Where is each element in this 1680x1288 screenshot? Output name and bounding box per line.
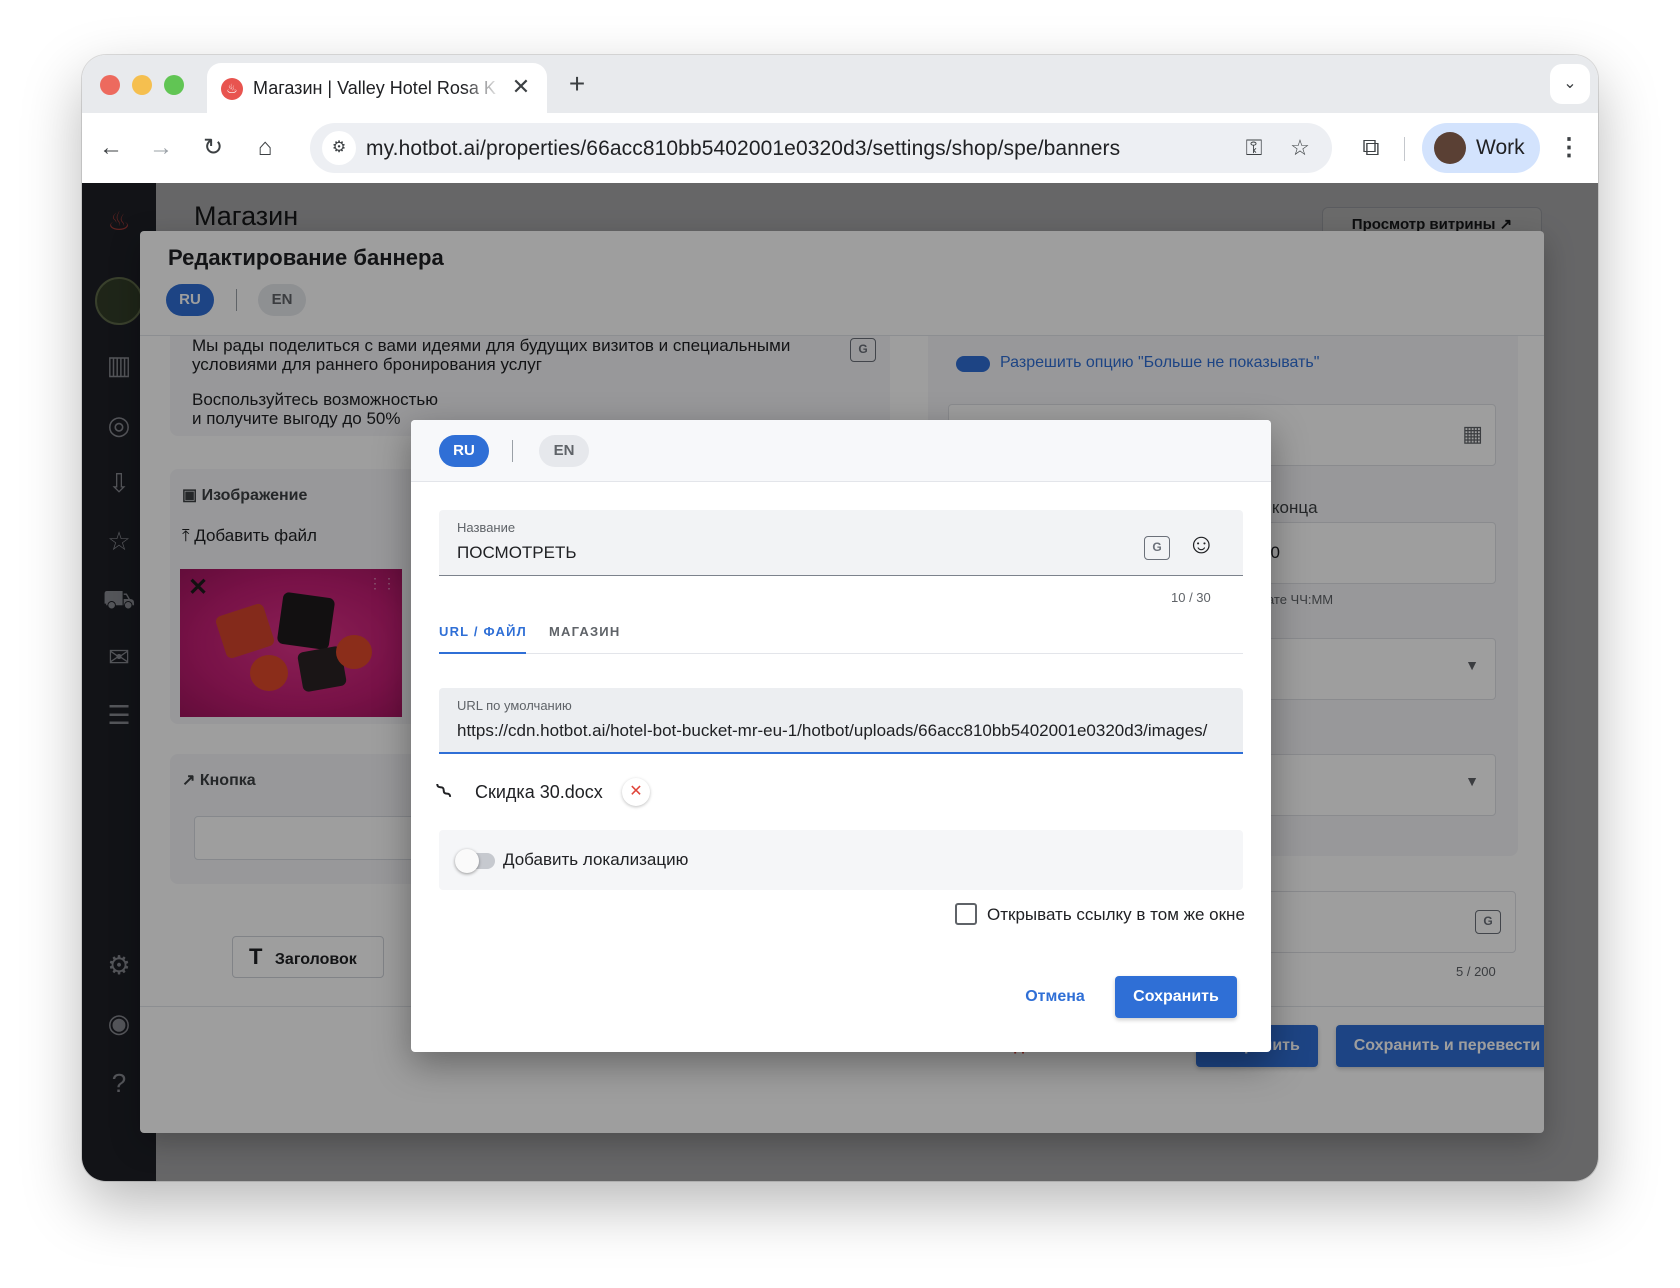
zoom-window-button[interactable] <box>164 75 184 95</box>
name-field-value[interactable]: ПОСМОТРЕТЬ <box>457 543 577 563</box>
inner-cancel-button[interactable]: Отмена <box>1015 976 1095 1018</box>
hotbot-favicon-icon: ♨ <box>221 78 243 100</box>
site-settings-icon[interactable]: ⚙ <box>322 131 356 165</box>
browser-window: ♨ Магазин | Valley Hotel Rosa K ✕ + ⌄ ← … <box>82 55 1598 1181</box>
profile-label: Work <box>1476 136 1525 159</box>
inner-lang-separator <box>512 440 513 462</box>
button-edit-dialog: RU EN Название ПОСМОТРЕТЬ G ☺ 10 / 30 UR… <box>411 420 1271 1052</box>
inner-dialog-header: RU EN <box>411 420 1271 482</box>
localization-box: Добавить локализацию <box>439 830 1243 890</box>
profile-chip[interactable]: Work <box>1422 123 1540 173</box>
bookmark-star-icon[interactable]: ☆ <box>1284 133 1316 163</box>
reload-icon[interactable]: ↻ <box>194 129 232 167</box>
extensions-puzzle-icon[interactable]: ⧉ <box>1352 129 1390 167</box>
localization-label: Добавить локализацию <box>503 850 689 869</box>
home-icon[interactable]: ⌂ <box>246 129 284 167</box>
password-key-icon[interactable]: ⚿ <box>1238 133 1270 163</box>
profile-avatar <box>1434 132 1466 164</box>
open-same-window-checkbox[interactable] <box>955 903 977 925</box>
inner-lang-tab-en[interactable]: EN <box>539 435 589 467</box>
browser-menu-icon[interactable]: ⋮ <box>1554 129 1584 167</box>
name-char-counter: 10 / 30 <box>1171 590 1211 605</box>
default-url-input[interactable]: URL по умолчанию https://cdn.hotbot.ai/h… <box>439 688 1243 754</box>
toolbar-divider <box>1404 137 1405 161</box>
inner-save-button[interactable]: Сохранить <box>1115 976 1237 1018</box>
open-same-window-label[interactable]: Открывать ссылку в том же окне <box>987 905 1245 925</box>
attachment-name[interactable]: Скидка 30.docx <box>475 782 603 803</box>
translate-icon[interactable]: G <box>1144 536 1170 560</box>
forward-arrow-icon[interactable]: → <box>142 129 180 167</box>
remove-attachment-icon[interactable]: ✕ <box>622 778 650 806</box>
link-type-tabs: URL / ФАЙЛ МАГАЗИН <box>439 614 1243 654</box>
localization-toggle-thumb[interactable] <box>455 849 479 873</box>
page: ♨ ▥ ◎ ⇩ ☆ ⛟ ✉ ☰ ⚙ ◉ ? Магазин Просмотр в… <box>82 183 1598 1181</box>
tab-close-icon[interactable]: ✕ <box>507 73 535 101</box>
browser-toolbar: ← → ↻ ⌂ ⚙ my.hotbot.ai/properties/66acc8… <box>82 113 1598 183</box>
new-tab-button[interactable]: + <box>560 67 594 101</box>
url-field-value[interactable]: https://cdn.hotbot.ai/hotel-bot-bucket-m… <box>457 721 1227 741</box>
back-arrow-icon[interactable]: ← <box>92 129 130 167</box>
tab-search-chevron-icon[interactable]: ⌄ <box>1550 64 1590 104</box>
address-bar[interactable]: ⚙ my.hotbot.ai/properties/66acc810bb5402… <box>310 123 1332 173</box>
active-tab-indicator <box>439 652 526 654</box>
paperclip-icon: ⌇ <box>431 777 459 806</box>
inner-lang-tab-ru[interactable]: RU <box>439 435 489 467</box>
minimize-window-button[interactable] <box>132 75 152 95</box>
close-window-button[interactable] <box>100 75 120 95</box>
url-text[interactable]: my.hotbot.ai/properties/66acc810bb540200… <box>366 137 1120 161</box>
name-field-label: Название <box>457 520 516 535</box>
emoji-picker-icon[interactable]: ☺ <box>1187 528 1216 560</box>
tab-url-file[interactable]: URL / ФАЙЛ <box>439 624 527 639</box>
url-field-label: URL по умолчанию <box>457 698 572 713</box>
button-name-field[interactable]: Название ПОСМОТРЕТЬ G ☺ <box>439 510 1243 576</box>
tab-strip: ♨ Магазин | Valley Hotel Rosa K ✕ + ⌄ <box>82 55 1598 113</box>
tab-title: Магазин | Valley Hotel Rosa K <box>253 78 496 98</box>
browser-tab-active[interactable]: ♨ Магазин | Valley Hotel Rosa K ✕ <box>207 63 547 113</box>
tab-shop[interactable]: МАГАЗИН <box>549 624 620 639</box>
